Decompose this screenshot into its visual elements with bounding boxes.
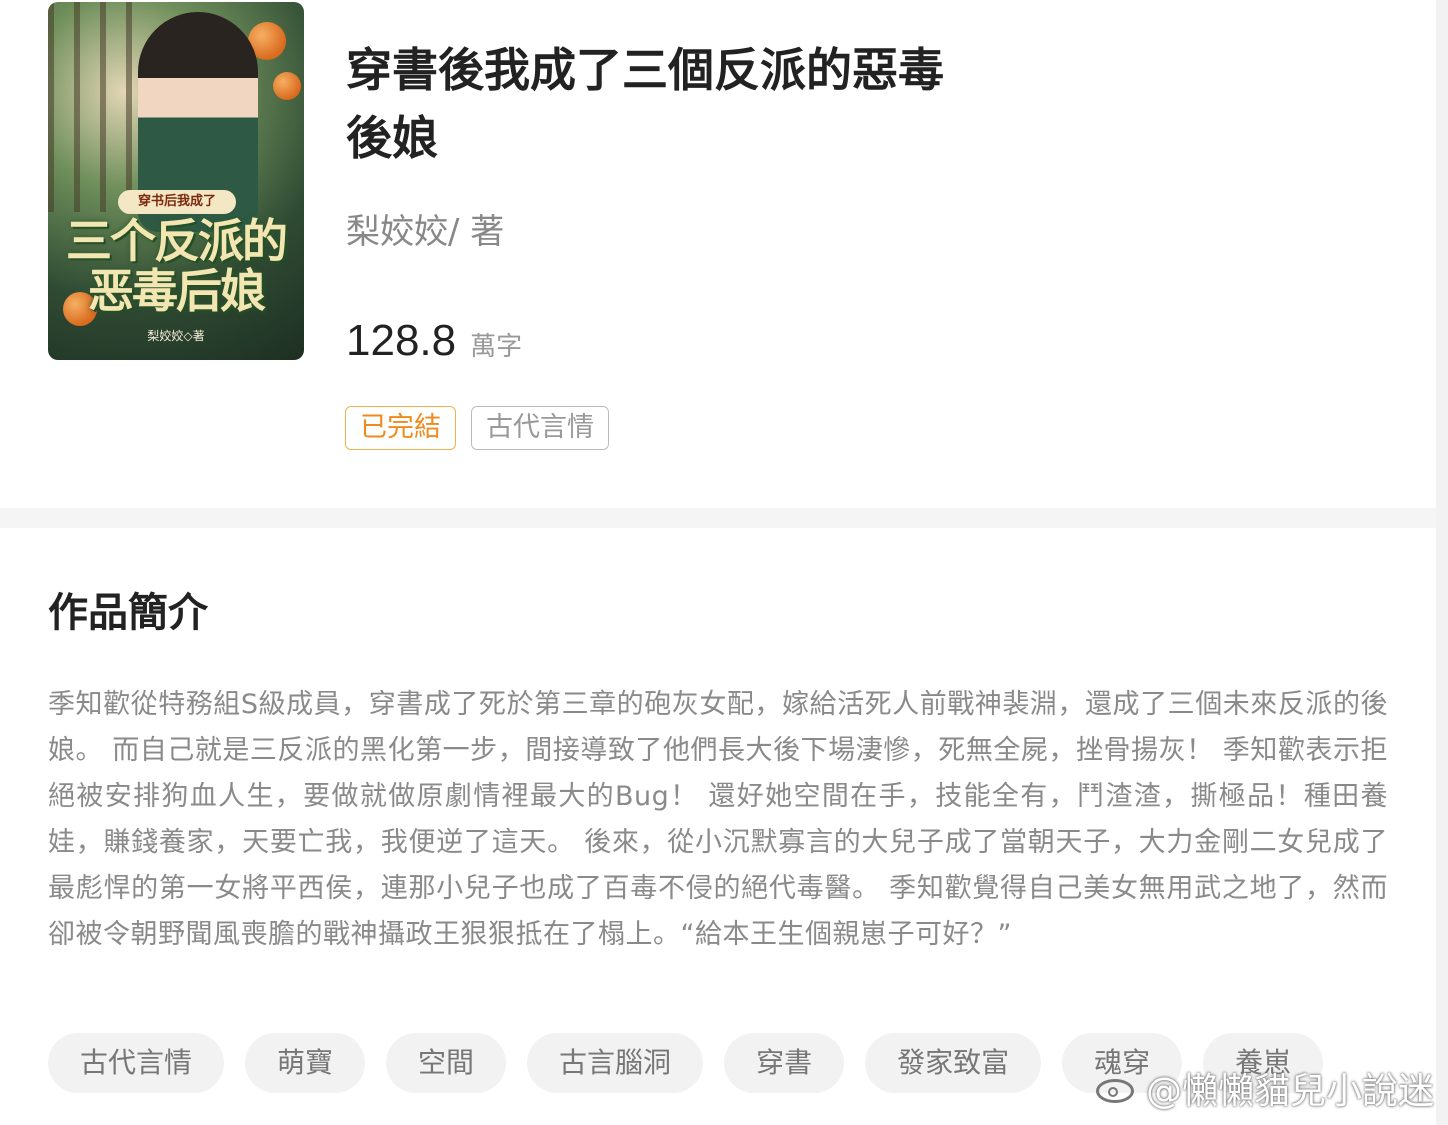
cover-orange-decoration [273, 72, 301, 100]
intro-heading: 作品簡介 [48, 590, 208, 636]
watermark: @懶懶貓兒小說迷 [1094, 1062, 1434, 1114]
cover-title: 三个反派的恶毒后娘 [66, 214, 288, 318]
book-tags: 已完結 古代言情 [345, 406, 609, 450]
cover-subtitle: 穿书后我成了 [118, 190, 236, 214]
book-author[interactable]: 梨姣姣/ 著 [346, 204, 504, 253]
intro-text: 季知歡從特務組S級成員，穿書成了死於第三章的砲灰女配，嫁給活死人前戰神裴淵，還成… [48, 689, 1388, 950]
watermark-text: @懶懶貓兒小說迷 [1145, 1071, 1434, 1112]
keyword-tag[interactable]: 穿書 [724, 1033, 845, 1093]
scrollbar-track [1436, 0, 1448, 1125]
keyword-tag[interactable]: 發家致富 [865, 1033, 1042, 1093]
keyword-tag[interactable]: 古代言情 [48, 1033, 225, 1093]
section-divider [0, 508, 1436, 528]
keyword-tag[interactable]: 萌寶 [245, 1033, 366, 1093]
word-count-value: 128.8 [346, 316, 457, 365]
book-cover-image[interactable]: 穿书后我成了 三个反派的恶毒后娘 梨姣姣◇著 [48, 2, 304, 360]
cover-author: 梨姣姣◇著 [147, 329, 205, 343]
word-count: 128.8 萬字 [346, 316, 522, 366]
keyword-tag[interactable]: 古言腦洞 [527, 1033, 704, 1093]
word-count-unit: 萬字 [470, 332, 523, 362]
book-header: 穿书后我成了 三个反派的恶毒后娘 梨姣姣◇著 穿書後我成了三個反派的惡毒後娘 梨… [0, 0, 1436, 508]
book-title: 穿書後我成了三個反派的惡毒後娘 [346, 43, 944, 165]
keyword-tag[interactable]: 空間 [386, 1033, 507, 1093]
cover-window-bars [48, 2, 138, 212]
genre-tag[interactable]: 古代言情 [471, 406, 609, 450]
status-badge: 已完結 [345, 406, 456, 450]
weibo-icon [1094, 1071, 1140, 1105]
